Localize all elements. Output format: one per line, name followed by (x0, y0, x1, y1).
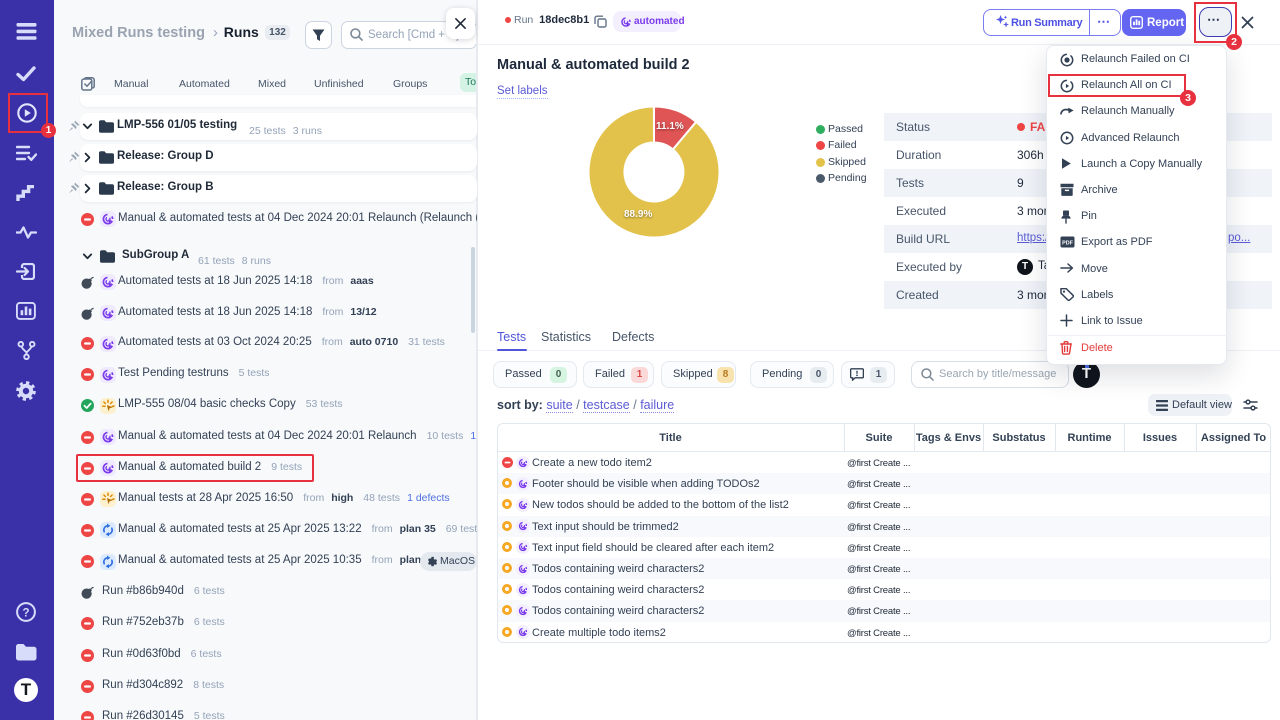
svg-text:PDF: PDF (1062, 240, 1073, 246)
svg-text:?: ? (22, 607, 29, 619)
